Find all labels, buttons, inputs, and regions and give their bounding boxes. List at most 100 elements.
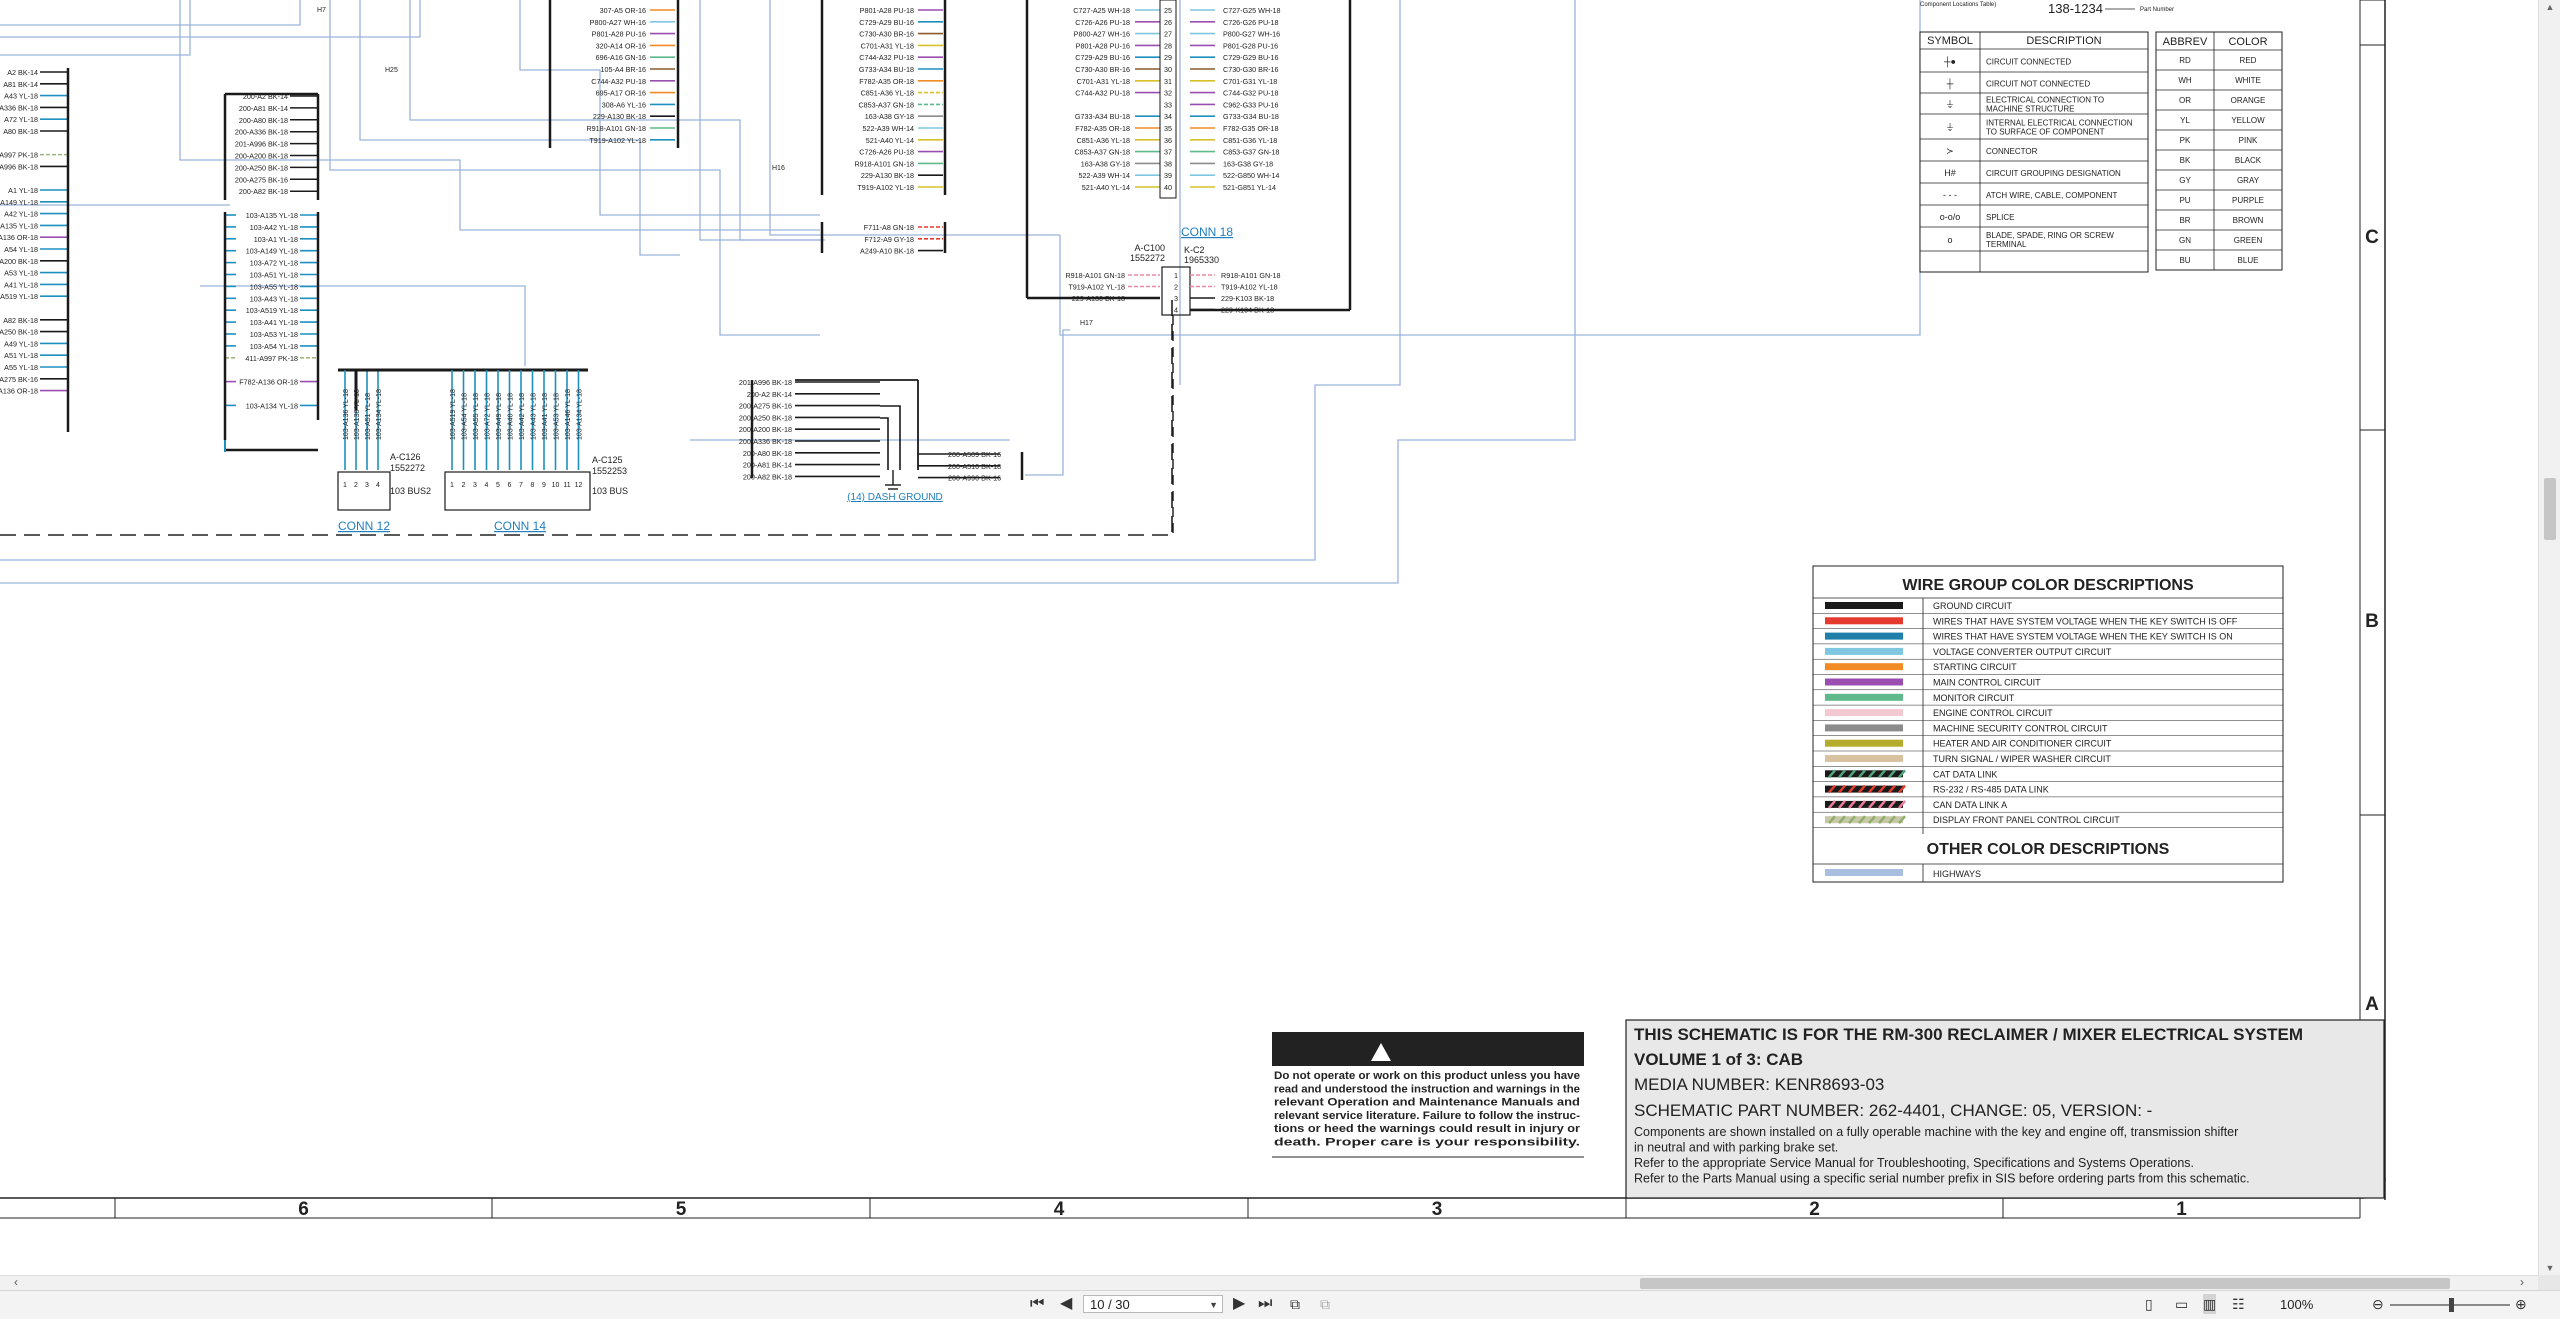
wire-label: C744-A32 PU-18 — [859, 53, 914, 62]
wire-label: 695-A17 OR-16 — [596, 89, 646, 98]
pin-number: 4 — [376, 482, 380, 489]
wire-label: C729-A29 BU-16 — [859, 18, 914, 27]
abbrev-color: WHITE — [2235, 76, 2261, 85]
vertical-scrollbar[interactable]: ▲ ▼ — [2538, 0, 2560, 1275]
wire-color-swatch — [1825, 869, 1903, 876]
previous-page-icon[interactable]: ◀ — [1060, 1294, 1072, 1314]
description-line: BLADE, SPADE, RING OR SCREW — [1986, 231, 2114, 240]
page-number-value: 10 / 30 — [1090, 1297, 1130, 1312]
scroll-left-icon[interactable]: ‹ — [14, 1275, 18, 1289]
abbrev-code: YL — [2180, 116, 2190, 125]
title-note: Refer to the appropriate Service Manual … — [1634, 1156, 2194, 1170]
legend-tables: Component Locations Table) 138-1234 Part N… — [1272, 1, 2385, 1199]
abbrev-code: BK — [2180, 156, 2191, 165]
schematic-sheet: 6 5 4 3 2 1CBA A2 BK-14A81 BK-14A43 YL-18A336… — [0, 0, 2386, 1220]
document-viewport[interactable]: 654321CBA A2 BK-14 A81 BK-14 A43 YL-18 A336… — [0, 0, 2538, 1275]
warning-text: relevant Operation and Maintenance Manua… — [1274, 1097, 1580, 1109]
wire-color-swatch — [1825, 755, 1903, 762]
media-number: MEDIA NUMBER: KENR8693-03 — [1634, 1075, 1884, 1094]
wire-group-label: MONITOR CIRCUIT — [1933, 693, 2015, 703]
part-number-note: Part Number — [2140, 7, 2174, 13]
wire-label: A49 YL-18 — [4, 339, 38, 348]
color-header: COLOR — [2228, 36, 2267, 48]
pin-number: 2 — [462, 482, 466, 489]
wire-label: 696-A16 GN-16 — [596, 53, 646, 62]
description-text: CIRCUIT NOT CONNECTED — [1986, 80, 2090, 89]
wire-label: P800-G27 WH-16 — [1223, 30, 1280, 39]
wire-label: A55 YL-18 — [4, 363, 38, 372]
wire-label: 200-A250 BK-18 — [739, 413, 792, 422]
scroll-right-icon[interactable]: › — [2520, 1275, 2524, 1289]
wire-group-label: CAT DATA LINK — [1933, 769, 1997, 779]
symbol-glyph: - - - — [1943, 190, 1957, 200]
horizontal-scroll-thumb[interactable] — [1640, 1278, 2450, 1289]
symbol-glyph: o-o/o — [1940, 212, 1961, 222]
horizontal-scrollbar[interactable]: ‹ › — [0, 1275, 2538, 1291]
abbrev-color: PURPLE — [2232, 196, 2264, 205]
vertical-scroll-thumb[interactable] — [2544, 478, 2556, 540]
wire-label: P801-A28 PU-16 — [592, 30, 646, 39]
wire-segment — [880, 405, 901, 470]
wire-label: A82 BK-18 — [3, 316, 38, 325]
wire-label: 200-A275 BK-16 — [739, 402, 792, 411]
description-line: MACHINE STRUCTURE — [1986, 105, 2074, 114]
wire-label: 200-A81 BK-14 — [239, 104, 288, 113]
conn-14-bus: 103 BUS — [592, 486, 628, 496]
symbol-glyph: ┼● — [1943, 56, 1956, 68]
highway-line — [0, 0, 421, 38]
zoom-slider-handle[interactable] — [2449, 1298, 2454, 1312]
wire-label: 103-A134 YL-18 — [376, 389, 383, 440]
zoom-in-icon[interactable]: ⊕ — [2515, 1294, 2527, 1314]
wire-label: 200-A250 BK-18 — [235, 163, 288, 172]
warning-text: tions or heed the warnings could result … — [1274, 1123, 1581, 1135]
wire-label: 103-A55 YL-18 — [250, 282, 298, 291]
abbrev-code: OR — [2179, 96, 2191, 105]
wire-label: A72 YL-18 — [4, 115, 38, 124]
next-page-icon[interactable]: ▶ — [1233, 1294, 1245, 1314]
chevron-down-icon[interactable]: ▼ — [1209, 1296, 1218, 1314]
description-text: CONNECTOR — [1986, 147, 2038, 156]
wire-label: A136 OR-18 — [0, 233, 38, 242]
wire-group-label: ENGINE CONTROL CIRCUIT — [1933, 708, 2053, 718]
highway-lines — [0, 0, 2000, 584]
single-page-view-icon[interactable]: ▯ — [2145, 1294, 2153, 1314]
wire-label: C727-G25 WH-18 — [1223, 6, 1281, 15]
description-line: TO SURFACE OF COMPONENT — [1986, 128, 2105, 137]
wire-label: C851-A36 YL-18 — [861, 89, 914, 98]
abbrev-code: GN — [2179, 236, 2191, 245]
abbrev-code: GY — [2179, 176, 2191, 185]
description-header: DESCRIPTION — [2026, 35, 2101, 47]
title-note: Refer to the Parts Manual using a specif… — [1634, 1172, 2250, 1186]
wire-group-label: WIRES THAT HAVE SYSTEM VOLTAGE WHEN THE … — [1933, 632, 2233, 642]
scroll-up-icon[interactable]: ▲ — [2545, 2, 2555, 12]
fit-width-icon[interactable]: ⧉ — [1320, 1294, 1330, 1314]
page-number-input[interactable]: 10 / 30 ▼ — [1083, 1295, 1223, 1313]
abbrev-color: BROWN — [2233, 216, 2264, 225]
wire-label: F712-A9 GY-18 — [864, 235, 914, 244]
wire-label: C701-A31 YL-18 — [1077, 77, 1130, 86]
wire-label: 103-A149 YL-18 — [246, 247, 298, 256]
two-page-continuous-view-icon[interactable]: ☷ — [2232, 1294, 2245, 1314]
conn-14-part: 1552253 — [592, 466, 627, 476]
conn-12-bus: 103 BUS2 — [390, 486, 431, 496]
wire-label: R918-A101 GN-18 — [1221, 271, 1281, 280]
last-page-icon[interactable]: ⏭ — [1258, 1294, 1272, 1314]
rotate-view-icon[interactable]: ⧉ — [1290, 1294, 1300, 1314]
pin-number: 7 — [519, 482, 523, 489]
conn-18-id: A-C100 — [1134, 243, 1165, 253]
abbrev-color: RED — [2240, 56, 2257, 65]
wire-label: 522-A39 WH-14 — [862, 124, 914, 133]
two-page-view-icon[interactable]: ▥ — [2203, 1294, 2217, 1314]
wire-label: 103-A41 YL-18 — [250, 318, 298, 327]
wire-label: 521-A40 YL-14 — [866, 136, 914, 145]
wire-label: 103-A41 YL-18 — [542, 393, 549, 440]
continuous-view-icon[interactable]: ▭ — [2175, 1294, 2188, 1314]
scroll-down-icon[interactable]: ▼ — [2545, 1263, 2555, 1273]
symbol-glyph: o — [1947, 235, 1952, 245]
first-page-icon[interactable]: ⏮ — [1030, 1294, 1044, 1314]
zoom-level[interactable]: 100% — [2280, 1297, 2313, 1312]
wire-label: R918-A101 GN-18 — [854, 159, 914, 168]
pin-number: 4 — [485, 482, 489, 489]
wiring — [40, 0, 1352, 535]
zoom-out-icon[interactable]: ⊖ — [2372, 1294, 2384, 1314]
